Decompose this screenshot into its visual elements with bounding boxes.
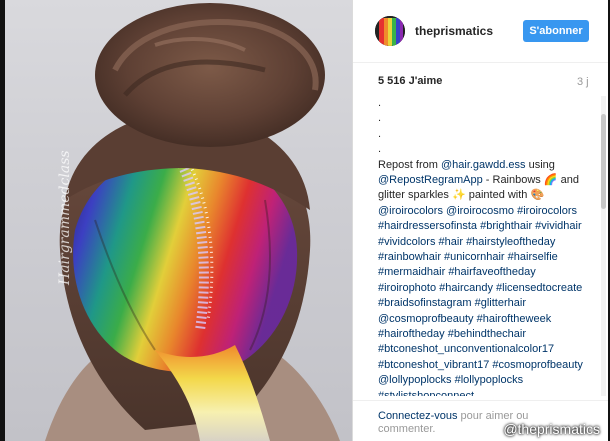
- caption-tag-link[interactable]: #unicornhair: [444, 251, 505, 263]
- caption-tag-link[interactable]: @lollypoplocks: [378, 374, 452, 386]
- likes-count[interactable]: 5 516 J'aime: [378, 75, 442, 87]
- caption-mention-link[interactable]: @RepostRegramApp: [378, 174, 483, 186]
- caption-tag-link[interactable]: #vividcolors: [378, 236, 435, 248]
- watermark-text: @theprismatics: [503, 420, 600, 437]
- caption-tag-link[interactable]: #btconeshot_vibrant17: [378, 359, 489, 371]
- post-caption: . . . . Repost from @hair.gawdd.ess usin…: [378, 96, 596, 396]
- caption-text: using: [525, 158, 555, 171]
- photo-signature: Hairgrammedclass: [57, 150, 73, 285]
- caption-dot: .: [378, 127, 382, 140]
- caption-tag-link[interactable]: #haircandy: [439, 282, 493, 294]
- caption-tag-link[interactable]: @iroirocosmo: [446, 205, 514, 217]
- instagram-post: Hairgrammedclass theprismatics S'abonner…: [5, 0, 608, 441]
- caption-tag-link[interactable]: @cosmoprofbeauty: [378, 313, 474, 325]
- caption-tag-link[interactable]: #hairstyleoftheday: [466, 236, 555, 248]
- avatar[interactable]: [375, 16, 405, 46]
- caption-tags: @iroirocolors @iroirocosmo #iroirocolors…: [378, 205, 583, 396]
- scroll-thumb[interactable]: [601, 114, 606, 209]
- caption-tag-link[interactable]: #hairdressersofinsta: [378, 220, 477, 232]
- caption-dot: .: [378, 143, 382, 156]
- caption-tag-link[interactable]: #behindthechair: [448, 328, 526, 340]
- caption-tag-link[interactable]: #stylistshopconnect: [378, 390, 474, 396]
- rainbow-avatar-icon: [375, 16, 405, 46]
- caption-tag-link[interactable]: #mermaidhair: [378, 266, 445, 278]
- caption-tag-link[interactable]: #lollypoplocks: [455, 374, 523, 386]
- caption-tag-link[interactable]: #btconeshot_unconventionalcolor17: [378, 343, 554, 355]
- caption-tag-link[interactable]: #hairoftheweek: [477, 313, 552, 325]
- follow-button[interactable]: S'abonner: [523, 20, 589, 42]
- watermark: @theprismatics: [485, 420, 600, 437]
- caption-tag-link[interactable]: #vividhair: [535, 220, 581, 232]
- caption-tag-link[interactable]: #hairselfie: [508, 251, 558, 263]
- camera-icon: [485, 420, 500, 437]
- caption-tag-link[interactable]: #licensedtocreate: [496, 282, 582, 294]
- post-header: theprismatics S'abonner: [353, 0, 608, 63]
- caption-tag-link[interactable]: #hairfaveoftheday: [448, 266, 535, 278]
- caption-mention-link[interactable]: @hair.gawdd.ess: [441, 159, 526, 171]
- login-link[interactable]: Connectez-vous: [378, 410, 458, 422]
- caption-tag-link[interactable]: #hair: [439, 236, 463, 248]
- post-time[interactable]: 3 j: [577, 76, 589, 88]
- caption-tag-link[interactable]: #rainbowhair: [378, 251, 441, 263]
- username-link[interactable]: theprismatics: [415, 24, 493, 38]
- caption-tag-link[interactable]: @iroirocolors: [378, 205, 443, 217]
- caption-tag-link[interactable]: #brighthair: [480, 220, 532, 232]
- post-photo[interactable]: Hairgrammedclass: [5, 0, 352, 441]
- caption-tag-link[interactable]: #glitterhair: [475, 297, 526, 309]
- caption-text: Repost from: [378, 158, 441, 171]
- caption-scrollbar[interactable]: [601, 96, 606, 396]
- post-sidebar: theprismatics S'abonner 5 516 J'aime 3 j…: [353, 0, 608, 441]
- caption-tag-link[interactable]: #braidsofinstagram: [378, 297, 472, 309]
- caption-dot: .: [378, 112, 382, 125]
- caption-tag-link[interactable]: #iroirophoto: [378, 282, 436, 294]
- caption-tag-link[interactable]: #hairoftheday: [378, 328, 445, 340]
- caption-dot: .: [378, 97, 382, 109]
- caption-tag-link[interactable]: #cosmoprofbeauty: [492, 359, 583, 371]
- caption-tag-link[interactable]: #iroirocolors: [517, 205, 577, 217]
